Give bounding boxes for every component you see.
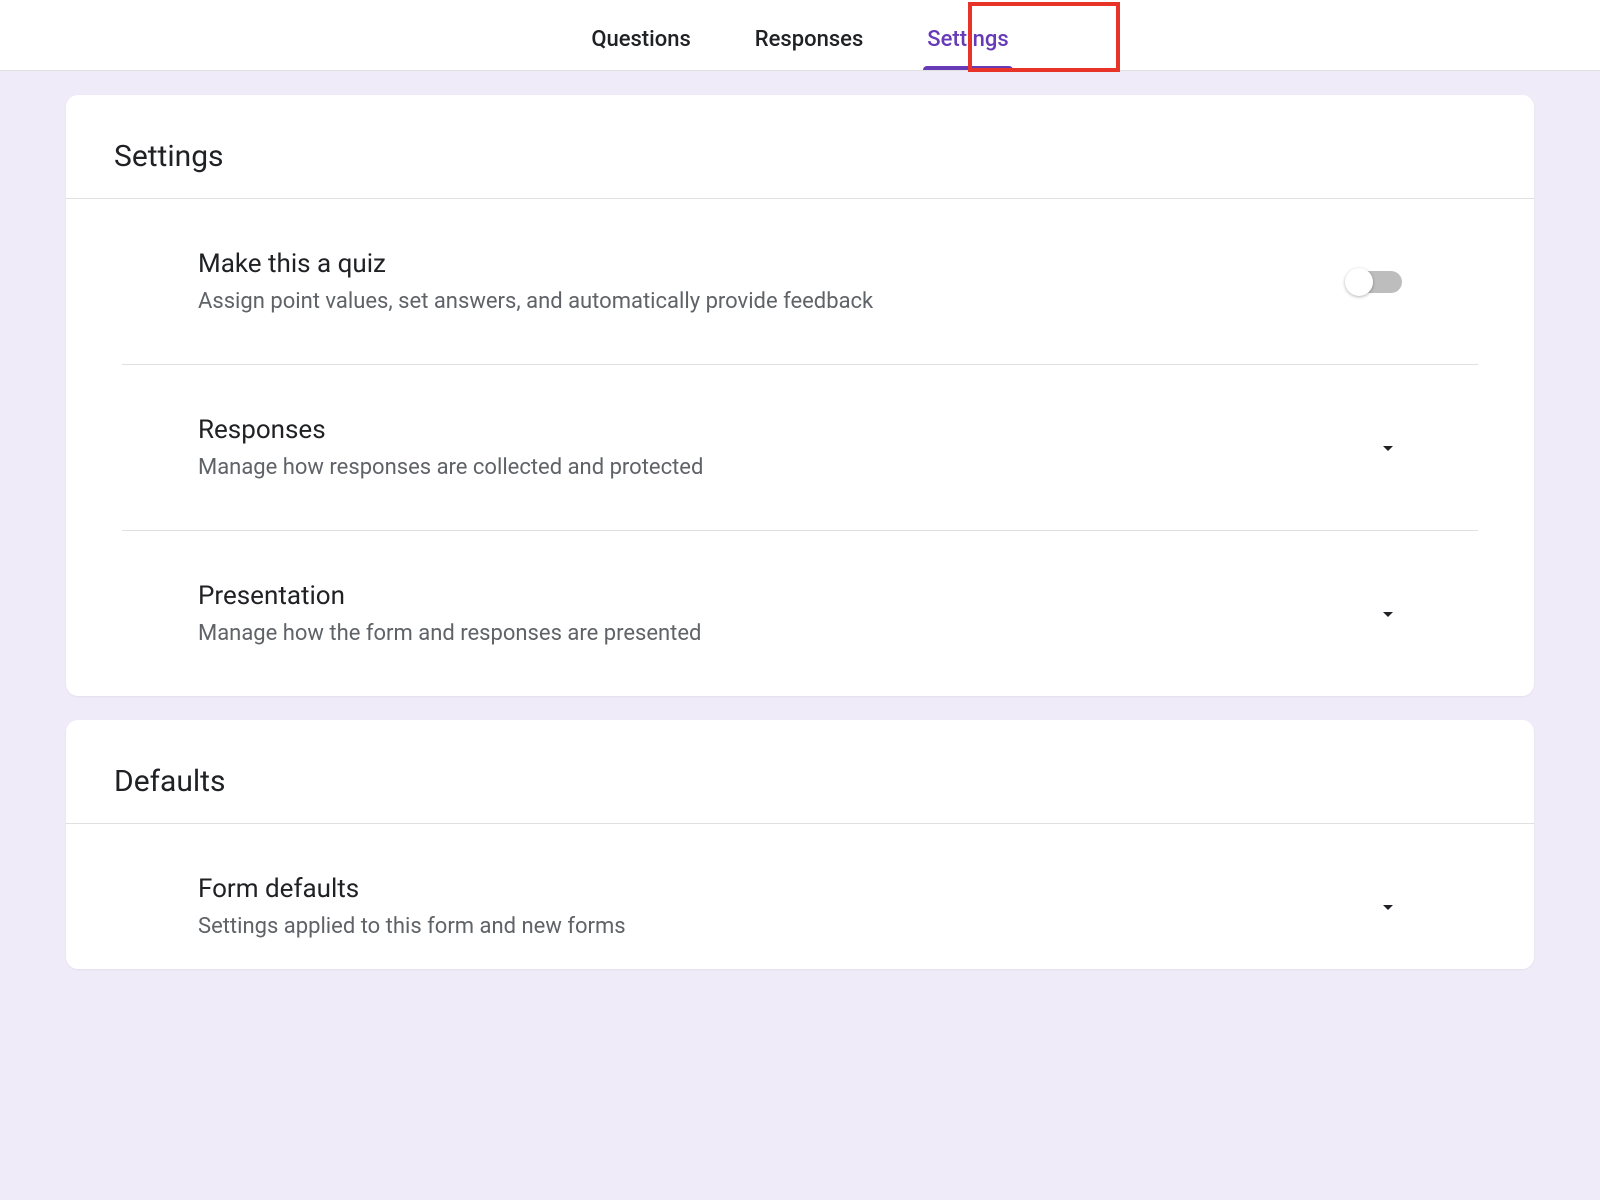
defaults-card-title: Defaults [66, 748, 1534, 824]
presentation-desc: Manage how the form and responses are pr… [198, 621, 1374, 646]
content-area: Settings Make this a quiz Assign point v… [0, 71, 1600, 969]
settings-card: Settings Make this a quiz Assign point v… [66, 95, 1534, 696]
responses-text: Responses Manage how responses are colle… [198, 415, 1374, 480]
responses-section[interactable]: Responses Manage how responses are colle… [122, 365, 1478, 531]
form-defaults-title: Form defaults [198, 874, 1374, 904]
chevron-down-icon[interactable] [1374, 893, 1402, 921]
responses-title: Responses [198, 415, 1374, 445]
quiz-toggle[interactable] [1348, 271, 1402, 293]
quiz-desc: Assign point values, set answers, and au… [198, 289, 1348, 314]
presentation-title: Presentation [198, 581, 1374, 611]
tab-settings[interactable]: Settings [919, 27, 1016, 70]
chevron-down-icon[interactable] [1374, 600, 1402, 628]
form-defaults-text: Form defaults Settings applied to this f… [198, 874, 1374, 939]
tab-questions[interactable]: Questions [583, 27, 698, 70]
defaults-card: Defaults Form defaults Settings applied … [66, 720, 1534, 969]
settings-card-title: Settings [66, 123, 1534, 199]
quiz-text: Make this a quiz Assign point values, se… [198, 249, 1348, 314]
quiz-title: Make this a quiz [198, 249, 1348, 279]
form-defaults-desc: Settings applied to this form and new fo… [198, 914, 1374, 939]
quiz-section: Make this a quiz Assign point values, se… [122, 199, 1478, 365]
chevron-down-icon[interactable] [1374, 434, 1402, 462]
form-defaults-section[interactable]: Form defaults Settings applied to this f… [122, 824, 1478, 969]
presentation-section[interactable]: Presentation Manage how the form and res… [122, 531, 1478, 696]
top-tabs: Questions Responses Settings [0, 0, 1600, 71]
toggle-knob [1345, 268, 1373, 296]
presentation-text: Presentation Manage how the form and res… [198, 581, 1374, 646]
responses-desc: Manage how responses are collected and p… [198, 455, 1374, 480]
tab-responses[interactable]: Responses [747, 27, 871, 70]
